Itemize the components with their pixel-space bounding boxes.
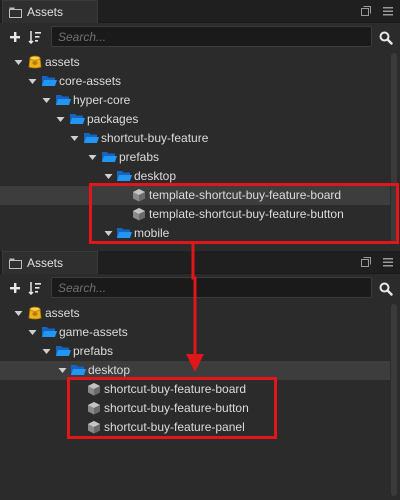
highlight-box-target [67, 377, 277, 439]
folder-tab-icon [9, 7, 22, 18]
tree-label: shortcut-buy-feature [101, 131, 209, 145]
tree-label: desktop [88, 363, 131, 377]
tree-label: prefabs [73, 344, 114, 358]
assets-panel-bottom: Assets Search... assets game-assets pref… [0, 251, 400, 500]
chevron-down-icon[interactable] [70, 134, 79, 143]
tree-label: desktop [134, 169, 177, 183]
search-icon[interactable] [379, 31, 393, 45]
tab-bar: Assets [0, 0, 400, 23]
add-icon[interactable] [8, 30, 22, 44]
tree-label: game-assets [59, 325, 128, 339]
chevron-down-icon[interactable] [42, 96, 51, 105]
menu-icon[interactable] [382, 256, 394, 268]
tree-row-core-assets[interactable]: core-assets [0, 72, 390, 91]
folder-open-icon [117, 171, 132, 181]
folder-open-icon [70, 114, 85, 124]
chevron-down-icon[interactable] [42, 347, 51, 356]
database-icon [28, 306, 42, 320]
folder-open-icon [42, 327, 57, 337]
chevron-down-icon[interactable] [28, 77, 37, 86]
tab-assets[interactable]: Assets [2, 0, 98, 23]
tree-row-prefabs[interactable]: prefabs [0, 342, 390, 361]
folder-open-icon [56, 346, 71, 356]
chevron-down-icon[interactable] [14, 309, 23, 318]
add-icon[interactable] [8, 281, 22, 295]
tree-row-game-assets[interactable]: game-assets [0, 323, 390, 342]
tree-label: prefabs [119, 150, 160, 164]
tree-label: assets [45, 55, 80, 69]
chevron-down-icon[interactable] [104, 172, 113, 181]
highlight-box-source [89, 183, 399, 244]
folder-open-icon [102, 152, 117, 162]
tree-row-assets[interactable]: assets [0, 304, 390, 323]
tab-title: Assets [27, 5, 64, 19]
toolbar [0, 23, 400, 49]
tab-bar: Assets [0, 251, 400, 274]
chevron-down-icon[interactable] [14, 58, 23, 67]
chevron-down-icon[interactable] [88, 153, 97, 162]
tree-label: hyper-core [73, 93, 131, 107]
toolbar [0, 274, 400, 300]
maximize-icon[interactable] [360, 5, 372, 17]
tree-row-shortcut-buy-feature[interactable]: shortcut-buy-feature [0, 129, 390, 148]
tree-row-packages[interactable]: packages [0, 110, 390, 129]
tree-label: assets [45, 306, 80, 320]
chevron-down-icon[interactable] [56, 115, 65, 124]
search-input[interactable] [51, 26, 372, 47]
tab-assets[interactable]: Assets [2, 251, 98, 274]
tree-row-hyper-core[interactable]: hyper-core [0, 91, 390, 110]
folder-open-icon [56, 95, 71, 105]
sort-icon[interactable] [28, 281, 42, 295]
scrollbar[interactable] [391, 304, 397, 496]
folder-tab-icon [9, 258, 22, 269]
chevron-down-icon[interactable] [28, 328, 37, 337]
maximize-icon[interactable] [360, 256, 372, 268]
chevron-down-icon[interactable] [58, 366, 67, 375]
sort-icon[interactable] [28, 30, 42, 44]
database-icon [28, 55, 42, 69]
tree-row-assets[interactable]: assets [0, 53, 390, 72]
search-icon[interactable] [379, 282, 393, 296]
tree-row-prefabs[interactable]: prefabs [0, 148, 390, 167]
menu-icon[interactable] [382, 5, 394, 17]
search-input[interactable] [51, 277, 372, 298]
tree-label: packages [87, 112, 139, 126]
tab-title: Assets [27, 256, 64, 270]
folder-open-icon [71, 365, 86, 375]
tree-label: core-assets [59, 74, 122, 88]
folder-open-icon [42, 76, 57, 86]
folder-open-icon [84, 133, 99, 143]
